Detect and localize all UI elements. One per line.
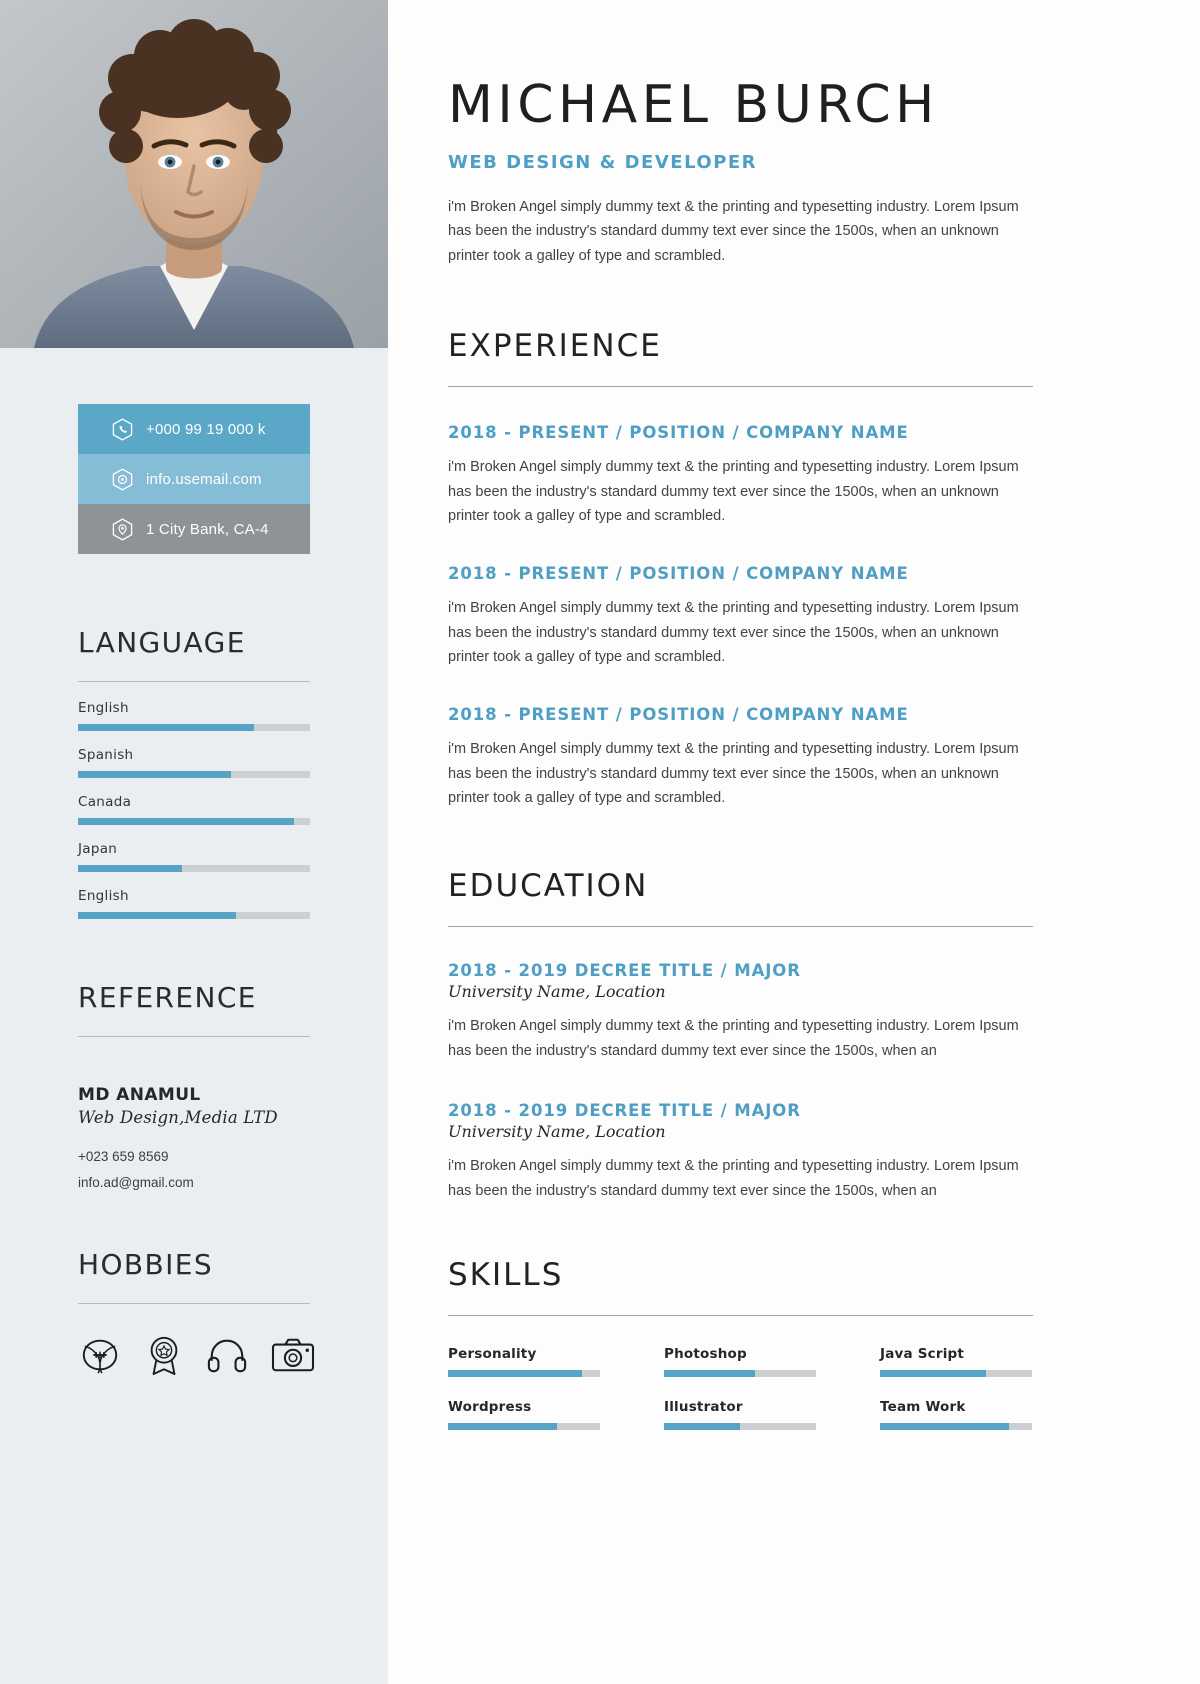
contact-phone[interactable]: +000 99 19 000 k bbox=[78, 404, 310, 454]
experience-title: EXPERIENCE bbox=[448, 328, 662, 365]
experience-item-description: i'm Broken Angel simply dummy text & the… bbox=[448, 741, 1019, 807]
language-progress-bar bbox=[78, 912, 310, 919]
skill-item-label: Java Script bbox=[880, 1345, 965, 1362]
education-list: 2018 - 2019 DECREE TITLE / MAJOR Universi… bbox=[448, 961, 1033, 1202]
reference-divider bbox=[78, 1036, 310, 1037]
hobbies-divider bbox=[78, 1303, 310, 1304]
language-progress-bar bbox=[78, 771, 310, 778]
page-title: MICHAEL BURCH bbox=[448, 75, 939, 135]
mail-hex-icon bbox=[112, 467, 133, 491]
headphones-icon bbox=[206, 1335, 248, 1380]
language-list: English Spanish Canada Japan English bbox=[78, 700, 310, 919]
sidebar: +000 99 19 000 k info.usemail.com 1 City… bbox=[0, 0, 388, 1684]
reference-name: MD ANAMUL bbox=[78, 1085, 201, 1105]
experience-item: 2018 - PRESENT / POSITION / COMPANY NAME… bbox=[448, 423, 1033, 528]
skill-item-label: Personality bbox=[448, 1345, 537, 1362]
language-item-label: Spanish bbox=[78, 747, 134, 763]
language-progress-bar bbox=[78, 724, 310, 731]
language-progress-bar bbox=[78, 818, 310, 825]
medal-badge-icon bbox=[144, 1334, 184, 1381]
experience-item-heading: 2018 - PRESENT / POSITION / COMPANY NAME bbox=[448, 564, 909, 584]
language-divider bbox=[78, 681, 310, 682]
language-item: Canada bbox=[78, 794, 310, 825]
education-item-subheading: University Name, Location bbox=[448, 1122, 666, 1142]
experience-item-description: i'm Broken Angel simply dummy text & the… bbox=[448, 459, 1019, 524]
experience-item-description: i'm Broken Angel simply dummy text & the… bbox=[448, 600, 1019, 665]
reference-email[interactable]: info.ad@gmail.com bbox=[78, 1175, 310, 1190]
football-icon bbox=[78, 1334, 122, 1381]
contact-address-value: 1 City Bank, CA-4 bbox=[146, 520, 269, 538]
skills-divider bbox=[448, 1314, 1033, 1316]
experience-item-heading: 2018 - PRESENT / POSITION / COMPANY NAME bbox=[448, 423, 909, 443]
education-item-heading: 2018 - 2019 DECREE TITLE / MAJOR bbox=[448, 1101, 801, 1121]
experience-section: EXPERIENCE 2018 - PRESENT / POSITION / C… bbox=[448, 328, 1033, 810]
skill-progress-bar bbox=[448, 1369, 600, 1377]
language-item: Japan bbox=[78, 841, 310, 872]
contact-email-value: info.usemail.com bbox=[146, 470, 262, 488]
profile-summary: i'm Broken Angel simply dummy text & the… bbox=[448, 199, 1019, 264]
skill-progress-bar bbox=[448, 1422, 600, 1430]
education-item: 2018 - 2019 DECREE TITLE / MAJOR Universi… bbox=[448, 1101, 1033, 1203]
experience-item: 2018 - PRESENT / POSITION / COMPANY NAME… bbox=[448, 564, 1033, 669]
skill-item-label: Team Work bbox=[880, 1398, 966, 1415]
education-item: 2018 - 2019 DECREE TITLE / MAJOR Universi… bbox=[448, 961, 1033, 1063]
reference-company: Web Design,Media LTD bbox=[78, 1108, 278, 1127]
language-item-label: English bbox=[78, 888, 129, 904]
education-item-heading: 2018 - 2019 DECREE TITLE / MAJOR bbox=[448, 961, 801, 981]
language-item: English bbox=[78, 888, 310, 919]
profile-photo bbox=[0, 0, 388, 348]
education-item-description: i'm Broken Angel simply dummy text & the… bbox=[448, 1158, 1019, 1199]
camera-icon bbox=[270, 1335, 316, 1380]
language-item-label: Japan bbox=[78, 841, 118, 857]
experience-item: 2018 - PRESENT / POSITION / COMPANY NAME… bbox=[448, 705, 1033, 810]
hobbies-icon-row bbox=[78, 1334, 315, 1381]
skill-progress-bar bbox=[664, 1369, 816, 1377]
contact-address[interactable]: 1 City Bank, CA-4 bbox=[78, 504, 310, 554]
skill-item: Wordpress bbox=[448, 1399, 600, 1430]
reference-title: REFERENCE bbox=[78, 981, 257, 1014]
skill-item: Photoshop bbox=[664, 1346, 816, 1377]
reference-phone[interactable]: +023 659 8569 bbox=[78, 1149, 310, 1164]
experience-item-heading: 2018 - PRESENT / POSITION / COMPANY NAME bbox=[448, 705, 909, 725]
skill-item: Team Work bbox=[880, 1399, 1032, 1430]
skill-item-label: Illustrator bbox=[664, 1398, 743, 1415]
contact-email[interactable]: info.usemail.com bbox=[78, 454, 310, 504]
contact-phone-value: +000 99 19 000 k bbox=[146, 420, 266, 438]
education-divider bbox=[448, 926, 1033, 928]
hobbies-section: HOBBIES bbox=[78, 1248, 315, 1381]
skill-item-label: Wordpress bbox=[448, 1398, 532, 1415]
language-title: LANGUAGE bbox=[78, 626, 246, 659]
education-section: EDUCATION 2018 - 2019 DECREE TITLE / MAJ… bbox=[448, 868, 1033, 1202]
skill-progress-bar bbox=[664, 1422, 816, 1430]
experience-list: 2018 - PRESENT / POSITION / COMPANY NAME… bbox=[448, 423, 1033, 810]
experience-divider bbox=[448, 386, 1033, 388]
location-hex-icon bbox=[112, 517, 133, 541]
language-item-label: Canada bbox=[78, 794, 132, 810]
skills-title: SKILLS bbox=[448, 1256, 564, 1293]
resume-page: +000 99 19 000 k info.usemail.com 1 City… bbox=[0, 0, 1200, 1684]
skill-item: Illustrator bbox=[664, 1399, 816, 1430]
education-item-description: i'm Broken Angel simply dummy text & the… bbox=[448, 1018, 1019, 1059]
language-progress-bar bbox=[78, 865, 310, 872]
language-item-label: English bbox=[78, 700, 129, 716]
language-item: Spanish bbox=[78, 747, 310, 778]
hobbies-title: HOBBIES bbox=[78, 1248, 214, 1281]
skill-item-label: Photoshop bbox=[664, 1345, 747, 1362]
skill-item: Java Script bbox=[880, 1346, 1032, 1377]
education-item-subheading: University Name, Location bbox=[448, 982, 666, 1002]
language-item: English bbox=[78, 700, 310, 731]
contact-block: +000 99 19 000 k info.usemail.com 1 City… bbox=[78, 404, 310, 554]
skills-grid: Personality Photoshop Java Script Wordpress… bbox=[448, 1346, 1033, 1430]
education-title: EDUCATION bbox=[448, 868, 649, 905]
reference-section: REFERENCE MD ANAMUL Web Design,Media LTD… bbox=[78, 981, 310, 1190]
skills-section: SKILLS Personality Photoshop Java Script Wo… bbox=[448, 1257, 1033, 1430]
language-section: LANGUAGE English Spanish Canada Japan Englis… bbox=[78, 626, 310, 919]
skill-progress-bar bbox=[880, 1369, 1032, 1377]
job-role-subtitle: WEB DESIGN & DEVELOPER bbox=[448, 152, 758, 174]
skill-item: Personality bbox=[448, 1346, 600, 1377]
phone-hex-icon bbox=[112, 417, 133, 441]
skill-progress-bar bbox=[880, 1422, 1032, 1430]
main-content: MICHAEL BURCH WEB DESIGN & DEVELOPER i'm… bbox=[388, 0, 1200, 1684]
